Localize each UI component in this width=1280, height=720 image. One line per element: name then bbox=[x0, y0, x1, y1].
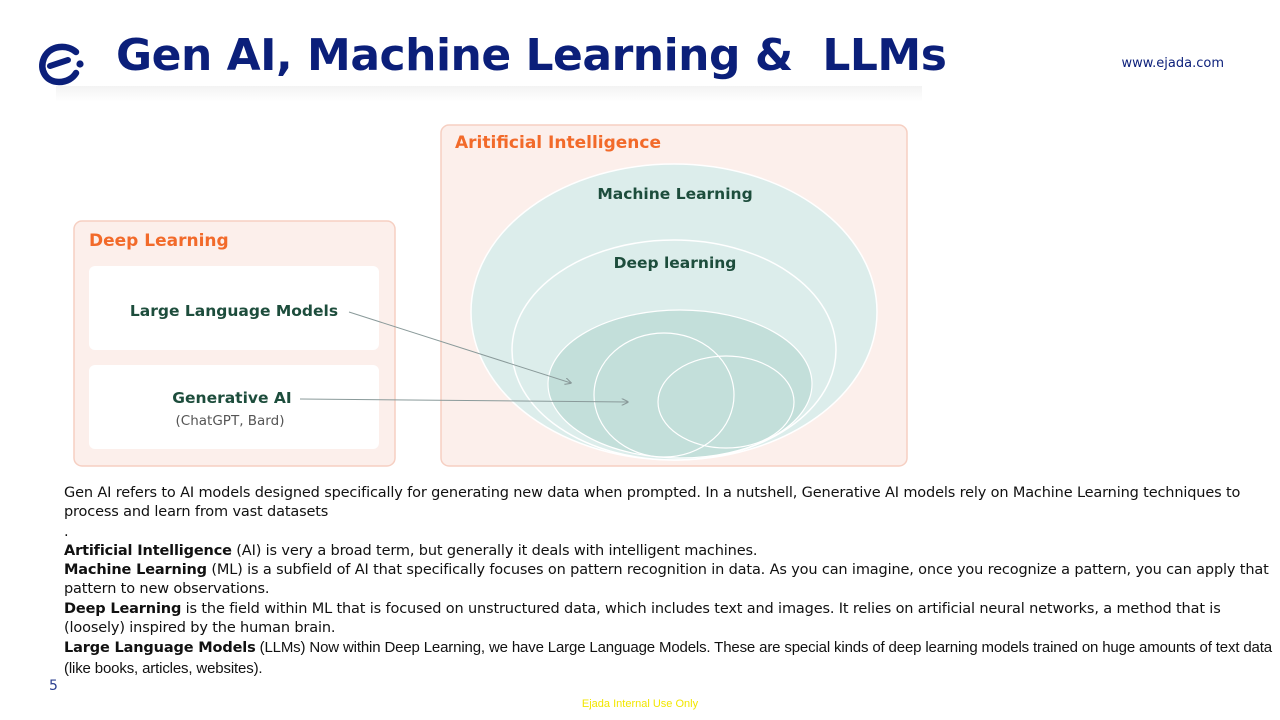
intro-dot: . bbox=[64, 523, 69, 540]
ml-label: Machine Learning bbox=[597, 185, 752, 203]
ai-definition: Artificial Intelligence (AI) is very a b… bbox=[64, 542, 1272, 561]
ai-term: Artificial Intelligence bbox=[64, 542, 232, 559]
llm-card-label: Large Language Models bbox=[130, 302, 338, 320]
dl-text: is the field within ML that is focused o… bbox=[64, 600, 1221, 637]
intro-paragraph: Gen AI refers to AI models designed spec… bbox=[64, 485, 1241, 521]
ml-term: Machine Learning bbox=[64, 562, 207, 579]
dl-definition: Deep Learning is the field within ML tha… bbox=[64, 600, 1272, 639]
ai-panel-label: Aritificial Intelligence bbox=[455, 133, 661, 153]
genai-card-sublabel: (ChatGPT, Bard) bbox=[176, 413, 285, 429]
llm-definition: Large Language Models (LLMs) Now within … bbox=[64, 638, 1272, 679]
dl-term: Deep Learning bbox=[64, 600, 182, 617]
llm-abbrev: (LLMs) bbox=[255, 639, 306, 657]
page-number: 5 bbox=[49, 678, 58, 694]
ml-definition: Machine Learning (ML) is a subfield of A… bbox=[64, 561, 1272, 600]
dl-inner-label: Deep learning bbox=[614, 254, 737, 272]
ai-text: (AI) is very a broad term, but generally… bbox=[231, 542, 758, 559]
genai-card-label: Generative AI bbox=[172, 389, 291, 407]
ml-text: (ML) is a subfield of AI that specifical… bbox=[64, 562, 1269, 598]
genai-card bbox=[89, 365, 379, 449]
llm-term: Large Language Models bbox=[64, 640, 256, 657]
classification-footer: Ejada Internal Use Only bbox=[581, 698, 699, 710]
dl-panel-label: Deep Learning bbox=[89, 231, 229, 251]
description-text: Gen AI refers to AI models designed spec… bbox=[64, 484, 1272, 679]
